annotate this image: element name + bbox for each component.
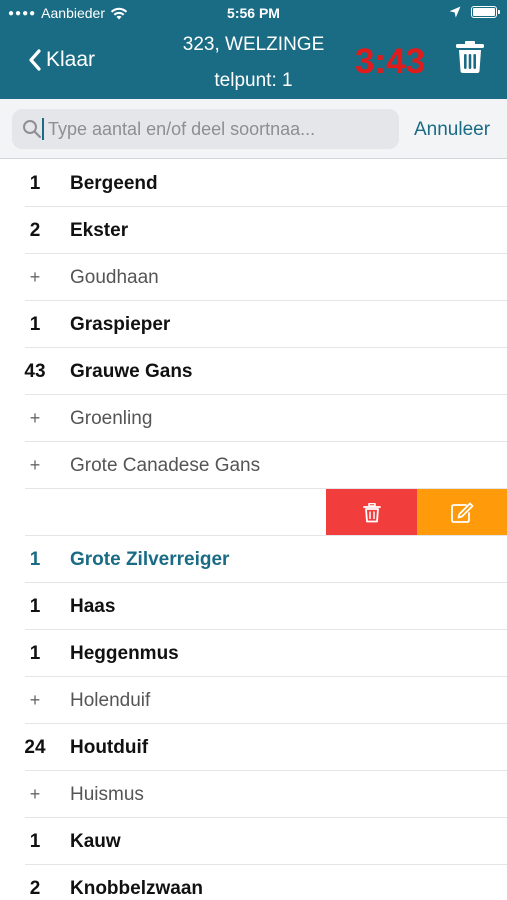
search-field[interactable] — [12, 109, 399, 149]
status-bar: ●●●● Aanbieder 5:56 PM — [0, 0, 507, 26]
location-title: 323, WELZINGE — [182, 34, 325, 55]
item-name: Goudhaan — [70, 267, 159, 288]
list-item[interactable]: + Groenling — [0, 395, 507, 442]
battery-icon — [471, 6, 500, 18]
item-name: Haas — [70, 596, 116, 617]
item-name: Grote Zilverreiger — [70, 549, 230, 570]
text-cursor — [42, 118, 44, 140]
species-list: 1 Bergeend 2 Ekster + Goudhaan 1 Graspie… — [0, 160, 507, 900]
list-item[interactable]: 1 Graspieper — [0, 301, 507, 348]
item-name: Knobbelzwaan — [70, 878, 204, 899]
item-count: 1 — [29, 831, 41, 852]
row-delete-button[interactable] — [326, 489, 417, 536]
item-name: Bergeend — [70, 173, 158, 194]
count-point-subtitle: telpunt: 1 — [214, 70, 293, 91]
list-item[interactable]: 2 Knobbelzwaan — [0, 865, 507, 900]
item-count: 1 — [29, 173, 41, 194]
item-count: 1 — [29, 549, 41, 570]
status-icons — [449, 6, 500, 18]
search-bar: Annuleer — [0, 99, 507, 159]
item-count: + — [29, 267, 41, 287]
location-arrow-icon — [449, 6, 461, 18]
battery-fill — [473, 8, 495, 16]
list-item-swiped[interactable]: ek — [0, 489, 507, 536]
item-name: Groenling — [70, 408, 153, 429]
search-input[interactable] — [48, 118, 378, 140]
delete-all-button[interactable] — [455, 40, 485, 79]
item-name: Ekster — [70, 220, 129, 241]
item-count: 24 — [24, 737, 46, 758]
item-count: 2 — [29, 878, 41, 899]
trash-icon — [456, 41, 484, 73]
list-item[interactable]: 2 Ekster — [0, 207, 507, 254]
list-item[interactable]: + Holenduif — [0, 677, 507, 724]
list-item[interactable]: 24 Houtduif — [0, 724, 507, 771]
item-count: + — [29, 784, 41, 804]
item-name: Kauw — [70, 831, 121, 852]
list-item[interactable]: + Grote Canadese Gans — [0, 442, 507, 489]
cancel-button[interactable]: Annuleer — [414, 119, 490, 141]
item-count: 2 — [29, 220, 41, 241]
item-name: Huismus — [70, 784, 144, 805]
list-item[interactable]: 1 Grote Zilverreiger — [0, 536, 507, 583]
item-name: Holenduif — [70, 690, 151, 711]
item-name: Heggenmus — [70, 643, 179, 664]
item-count: 1 — [29, 314, 41, 335]
row-edit-button[interactable] — [417, 489, 507, 536]
item-name: Grote Canadese Gans — [70, 455, 261, 476]
item-count: 1 — [29, 596, 41, 617]
list-item[interactable]: 43 Grauwe Gans — [0, 348, 507, 395]
item-name: Grauwe Gans — [70, 361, 193, 382]
list-item[interactable]: 1 Kauw — [0, 818, 507, 865]
list-item[interactable]: 1 Bergeend — [0, 160, 507, 207]
countdown-timer: 3:43 — [355, 42, 426, 81]
item-name: Houtduif — [70, 737, 149, 758]
item-count: + — [29, 690, 41, 710]
item-name: Graspieper — [70, 314, 171, 335]
search-icon — [23, 120, 42, 139]
item-count: 1 — [29, 643, 41, 664]
edit-icon — [451, 502, 474, 523]
trash-icon — [362, 502, 381, 522]
item-count: + — [29, 455, 41, 475]
clock: 5:56 PM — [227, 5, 280, 21]
item-count: + — [29, 408, 41, 428]
navigation-header: ●●●● Aanbieder 5:56 PM Klaar 323, WELZIN… — [0, 0, 507, 99]
list-item[interactable]: + Huismus — [0, 771, 507, 818]
list-item[interactable]: + Goudhaan — [0, 254, 507, 301]
list-item[interactable]: 1 Haas — [0, 583, 507, 630]
item-count: 43 — [24, 361, 46, 382]
list-item[interactable]: 1 Heggenmus — [0, 630, 507, 677]
